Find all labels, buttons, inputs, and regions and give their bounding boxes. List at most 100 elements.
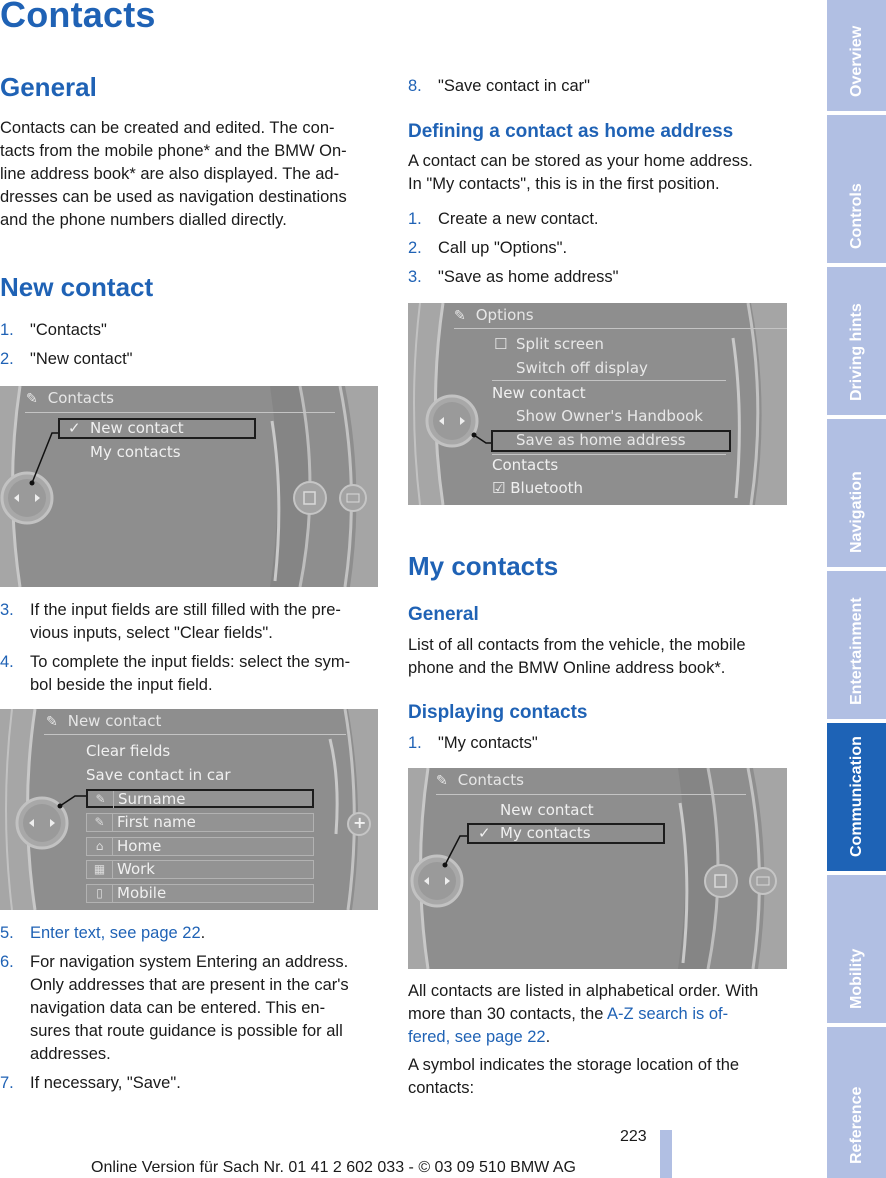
list-item: 3. "Save as home address" bbox=[408, 268, 619, 286]
menu-item-switch-off-display[interactable]: Switch off display bbox=[516, 359, 648, 377]
menu-item-bluetooth[interactable]: ☑ Bluetooth bbox=[492, 479, 583, 497]
list-item: 6. For navigation system Entering an add… bbox=[0, 953, 349, 1063]
menu-group-contacts: Contacts bbox=[492, 456, 559, 474]
contacts-book-icon: ✎ bbox=[26, 391, 38, 407]
home-address-heading: Defining a contact as home address bbox=[408, 121, 734, 142]
idrive-screen-options: ✎ Options ☐ Split screen Switch off displa… bbox=[408, 303, 787, 505]
work-edit-icon: ▦ bbox=[87, 861, 113, 878]
checkmark-icon: ✓ bbox=[478, 824, 491, 842]
divider bbox=[492, 454, 726, 455]
link-az-search-page[interactable]: fered, see page 22 bbox=[408, 1028, 546, 1046]
displaying-contacts-heading: Displaying contacts bbox=[408, 702, 588, 723]
tab-navigation[interactable]: Navigation bbox=[827, 419, 886, 567]
text-line: Contacts can be created and edited. The … bbox=[0, 119, 335, 137]
idrive-screen-new-contact: ✎ New contact Clear fields Save contact i… bbox=[0, 709, 378, 910]
menu-item-save-contact[interactable]: Save contact in car bbox=[86, 766, 231, 784]
screen-title: ✎ Contacts bbox=[436, 771, 524, 789]
steps-list: 1. "My contacts" bbox=[408, 732, 538, 761]
page-number: 223 bbox=[620, 1128, 647, 1145]
person-edit-icon: ✎ bbox=[88, 791, 114, 808]
menu-item-new-contact[interactable]: ✓ New contact bbox=[68, 419, 184, 437]
screen-background bbox=[0, 709, 378, 910]
menu-item-my-contacts[interactable]: My contacts bbox=[90, 443, 181, 461]
field-surname[interactable]: ✎ Surname bbox=[86, 789, 314, 808]
my-contacts-paragraph: List of all contacts from the vehicle, t… bbox=[408, 636, 746, 677]
tab-entertainment[interactable]: Entertainment bbox=[827, 571, 886, 719]
person-edit-icon: ✎ bbox=[87, 814, 113, 831]
steps-list: 1. Create a new contact. 2. Call up "Optio… bbox=[408, 208, 618, 295]
divider bbox=[436, 794, 746, 795]
tab-overview[interactable]: Overview bbox=[827, 0, 886, 111]
general-paragraph: Contacts can be created and edited. The … bbox=[0, 117, 385, 232]
home-address-paragraph: A contact can be stored as your home add… bbox=[408, 152, 753, 193]
field-first-name[interactable]: ✎ First name bbox=[86, 813, 314, 832]
step-number: 1. bbox=[0, 321, 14, 339]
contacts-book-icon: ✎ bbox=[436, 773, 448, 789]
menu-item-my-contacts[interactable]: ✓ My contacts bbox=[478, 824, 591, 842]
menu-group-new-contact: New contact bbox=[492, 384, 586, 402]
field-home[interactable]: ⌂ Home bbox=[86, 837, 314, 856]
menu-item-show-handbook[interactable]: Show Owner's Handbook bbox=[516, 407, 703, 425]
steps-list: 8. "Save contact in car" bbox=[408, 75, 590, 104]
mobile-edit-icon: ▯ bbox=[87, 885, 113, 902]
text-line: and the phone numbers dialled directly. bbox=[0, 211, 287, 229]
tab-reference[interactable]: Reference bbox=[827, 1027, 886, 1178]
step-text: "New contact" bbox=[30, 350, 133, 368]
tab-controls[interactable]: Controls bbox=[827, 115, 886, 263]
step-text: "Contacts" bbox=[30, 321, 107, 339]
divider bbox=[25, 412, 335, 413]
tab-mobility[interactable]: Mobility bbox=[827, 875, 886, 1023]
divider bbox=[44, 734, 346, 735]
steps-list: 1. "Contacts" 2. "New contact" bbox=[0, 319, 133, 377]
new-contact-icon: ✎ bbox=[46, 714, 58, 730]
link-enter-text[interactable]: Enter text, see page 22 bbox=[30, 924, 201, 942]
list-item: 5. Enter text, see page 22. bbox=[0, 924, 206, 942]
text-line: dresses can be used as navigation destin… bbox=[0, 188, 347, 206]
list-item: 1. Create a new contact. bbox=[408, 210, 599, 228]
steps-list: 3. If the input fields are still filled w… bbox=[0, 599, 385, 703]
menu-item-split-screen[interactable]: ☐ Split screen bbox=[494, 335, 604, 353]
list-item: 3. If the input fields are still filled w… bbox=[0, 601, 341, 642]
tab-driving-hints[interactable]: Driving hints bbox=[827, 267, 886, 415]
menu-item-clear-fields[interactable]: Clear fields bbox=[86, 742, 170, 760]
step-number: 2. bbox=[0, 350, 14, 368]
idrive-screen-contacts-my: ✎ Contacts New contact ✓ My contacts bbox=[408, 768, 787, 969]
checkmark-icon: ✓ bbox=[68, 419, 81, 437]
divider bbox=[454, 328, 787, 329]
list-item: 2. "New contact" bbox=[0, 348, 133, 371]
text-line: tacts from the mobile phone* and the BMW… bbox=[0, 142, 347, 160]
field-mobile[interactable]: ▯ Mobile bbox=[86, 884, 314, 903]
options-icon: ✎ bbox=[454, 308, 466, 324]
steps-list: 5. Enter text, see page 22. 6. For naviga… bbox=[0, 922, 390, 1101]
home-edit-icon: ⌂ bbox=[87, 838, 113, 855]
idrive-screen-contacts-new: ✎ Contacts ✓ New contact My contacts bbox=[0, 386, 378, 587]
screen-background bbox=[0, 386, 378, 587]
screen-background bbox=[408, 768, 787, 969]
divider bbox=[492, 380, 726, 381]
new-contact-heading: New contact bbox=[0, 272, 154, 302]
link-az-search[interactable]: A-Z search is of- bbox=[607, 1005, 728, 1023]
list-item: 7. If necessary, "Save". bbox=[0, 1074, 181, 1092]
menu-item-save-home-address[interactable]: Save as home address bbox=[516, 431, 686, 449]
page-title: Contacts bbox=[0, 0, 156, 35]
tab-communication[interactable]: Communication bbox=[827, 723, 886, 871]
alphabetical-paragraph: All contacts are listed in alphabetical … bbox=[408, 982, 759, 1046]
screen-title: ✎ New contact bbox=[46, 712, 162, 730]
plus-icon[interactable]: + bbox=[353, 813, 366, 832]
my-contacts-heading: My contacts bbox=[408, 551, 559, 581]
checkbox-icon: ☐ bbox=[494, 335, 508, 353]
symbol-paragraph: A symbol indicates the storage location … bbox=[408, 1056, 740, 1097]
chapter-tabs: Overview Controls Driving hints Navigati… bbox=[827, 0, 886, 1178]
general-subheading: General bbox=[408, 604, 479, 625]
general-heading: General bbox=[0, 72, 97, 102]
screen-title: ✎ Contacts bbox=[26, 389, 114, 407]
page-marker-bar bbox=[660, 1130, 672, 1178]
checked-box-icon: ☑ bbox=[492, 479, 506, 497]
list-item: 2. Call up "Options". bbox=[408, 239, 568, 257]
field-work[interactable]: ▦ Work bbox=[86, 860, 314, 879]
text-line: line address book* are also displayed. T… bbox=[0, 165, 340, 183]
list-item: 4. To complete the input fields: select t… bbox=[0, 653, 351, 694]
menu-item-new-contact[interactable]: New contact bbox=[500, 801, 594, 819]
list-item: 8. "Save contact in car" bbox=[408, 77, 591, 95]
list-item: 1. "Contacts" bbox=[0, 319, 133, 342]
